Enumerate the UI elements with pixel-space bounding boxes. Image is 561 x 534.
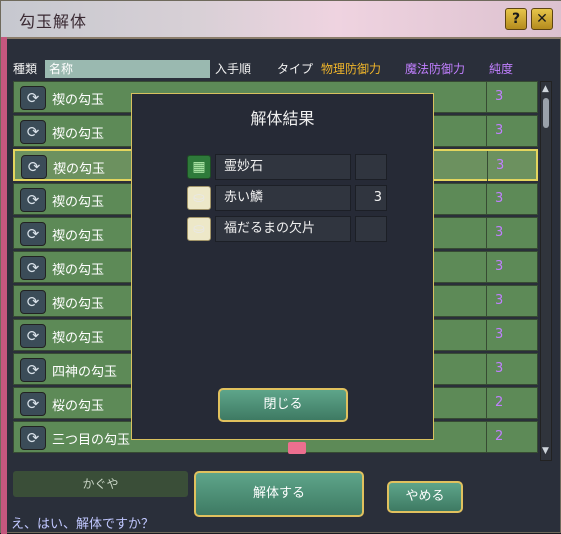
title-bar: 勾玉解体 ? ✕ (1, 1, 561, 39)
disassembly-window: 勾玉解体 ? ✕ 種類 名称 入手順 タイプ 物理防御力 魔法防御力 純度 ⟳ … (0, 0, 561, 534)
result-item-qty (355, 154, 387, 180)
item-name: 禊の勾玉 (52, 297, 105, 312)
window-title: 勾玉解体 (19, 12, 88, 31)
heart-marker-icon (288, 442, 306, 454)
item-name: 桜の勾玉 (52, 399, 105, 414)
result-item-name: 赤い鱗 (215, 185, 351, 211)
header-acq-order[interactable]: 入手順 (215, 60, 251, 78)
header-mag-def[interactable]: 魔法防御力 (405, 60, 465, 78)
item-purity: 2 (495, 429, 504, 444)
close-window-button[interactable]: ✕ (531, 8, 553, 30)
result-item-name: 霊妙石 (215, 154, 351, 180)
magatama-icon: ⟳ (20, 358, 46, 382)
list-scrollbar[interactable]: ▲ ▼ (540, 81, 552, 461)
magatama-icon: ⟳ (20, 324, 46, 348)
filter-field[interactable]: かぐや (13, 471, 188, 497)
item-purity: 3 (495, 293, 504, 308)
magatama-icon: ⟳ (20, 120, 46, 144)
header-name[interactable]: 名称 (45, 60, 210, 78)
magatama-icon: ⟳ (20, 188, 46, 212)
item-purity: 3 (495, 191, 504, 206)
item-name: 禊の勾玉 (52, 93, 105, 108)
magatama-icon: ⟳ (20, 222, 46, 246)
result-item-name: 福だるまの欠片 (215, 216, 351, 242)
item-name: 禊の勾玉 (52, 229, 105, 244)
header-purity[interactable]: 純度 (489, 60, 513, 78)
pouch-icon: ⛀ (187, 217, 211, 241)
result-item: ⛀ 福だるまの欠片 (187, 216, 387, 244)
magatama-icon: ⟳ (20, 426, 46, 450)
magatama-icon: ⟳ (20, 256, 46, 280)
item-purity: 3 (495, 327, 504, 342)
disassembly-result-dialog: 解体結果 ▦ 霊妙石 ⛀ 赤い鱗 3 ⛀ 福だるまの欠片 閉じる (131, 93, 434, 440)
item-name: 禊の勾玉 (52, 127, 105, 142)
item-purity: 3 (495, 89, 504, 104)
result-item-qty: 3 (355, 185, 387, 211)
green-stone-icon: ▦ (187, 155, 211, 179)
result-item: ⛀ 赤い鱗 3 (187, 185, 387, 213)
item-purity: 3 (495, 225, 504, 240)
side-decoration (1, 37, 7, 534)
cancel-button[interactable]: やめる (387, 481, 463, 513)
item-name: 禊の勾玉 (52, 195, 105, 210)
header-phys-def[interactable]: 物理防御力 (321, 60, 381, 78)
pouch-icon: ⛀ (187, 186, 211, 210)
item-purity: 2 (495, 395, 504, 410)
magatama-icon: ⟳ (20, 392, 46, 416)
result-item: ▦ 霊妙石 (187, 154, 387, 182)
item-name: 禊の勾玉 (52, 263, 105, 278)
item-purity: 3 (495, 259, 504, 274)
chat-message: え、はい、解体ですか？ (11, 517, 155, 532)
help-button[interactable]: ? (505, 8, 527, 30)
item-name: 四神の勾玉 (52, 365, 118, 380)
magatama-icon: ⟳ (21, 155, 47, 179)
item-purity: 3 (495, 123, 504, 138)
item-name: 禊の勾玉 (53, 162, 106, 177)
header-kind[interactable]: 種類 (13, 60, 37, 78)
header-type[interactable]: タイプ (277, 60, 313, 78)
item-name: 禊の勾玉 (52, 331, 105, 346)
scroll-down-icon[interactable]: ▼ (542, 446, 549, 456)
magatama-icon: ⟳ (20, 86, 46, 110)
scroll-up-icon[interactable]: ▲ (542, 84, 549, 94)
scroll-thumb[interactable] (543, 98, 549, 128)
result-item-qty (355, 216, 387, 242)
dialog-close-button[interactable]: 閉じる (218, 388, 348, 422)
item-name: 三つ目の勾玉 (52, 433, 131, 448)
item-purity: 3 (495, 361, 504, 376)
magatama-icon: ⟳ (20, 290, 46, 314)
disassemble-button[interactable]: 解体する (194, 471, 364, 517)
item-purity: 3 (496, 158, 505, 173)
dialog-title: 解体結果 (250, 109, 315, 128)
